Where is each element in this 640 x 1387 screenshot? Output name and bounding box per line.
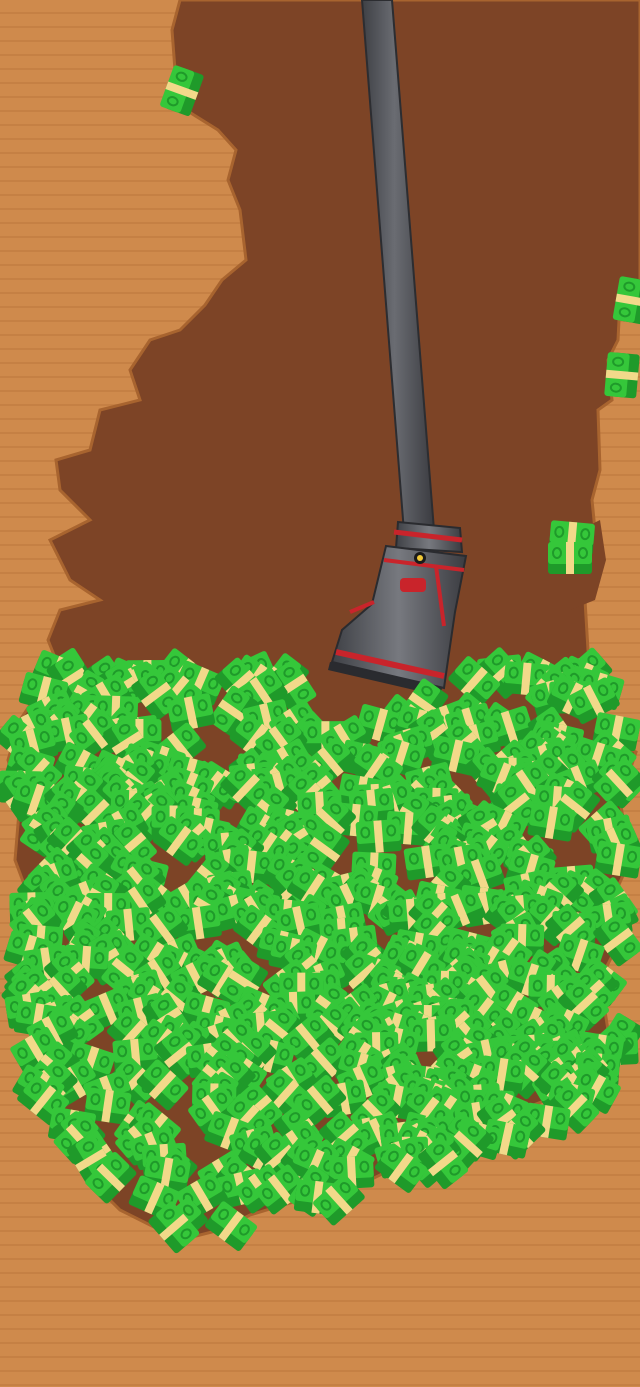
game-scene[interactable] [0, 0, 640, 1387]
cash-bundle [548, 542, 592, 574]
cash-bundle [355, 819, 402, 854]
game-canvas[interactable] [0, 0, 640, 1387]
cash-bundle [604, 352, 640, 399]
